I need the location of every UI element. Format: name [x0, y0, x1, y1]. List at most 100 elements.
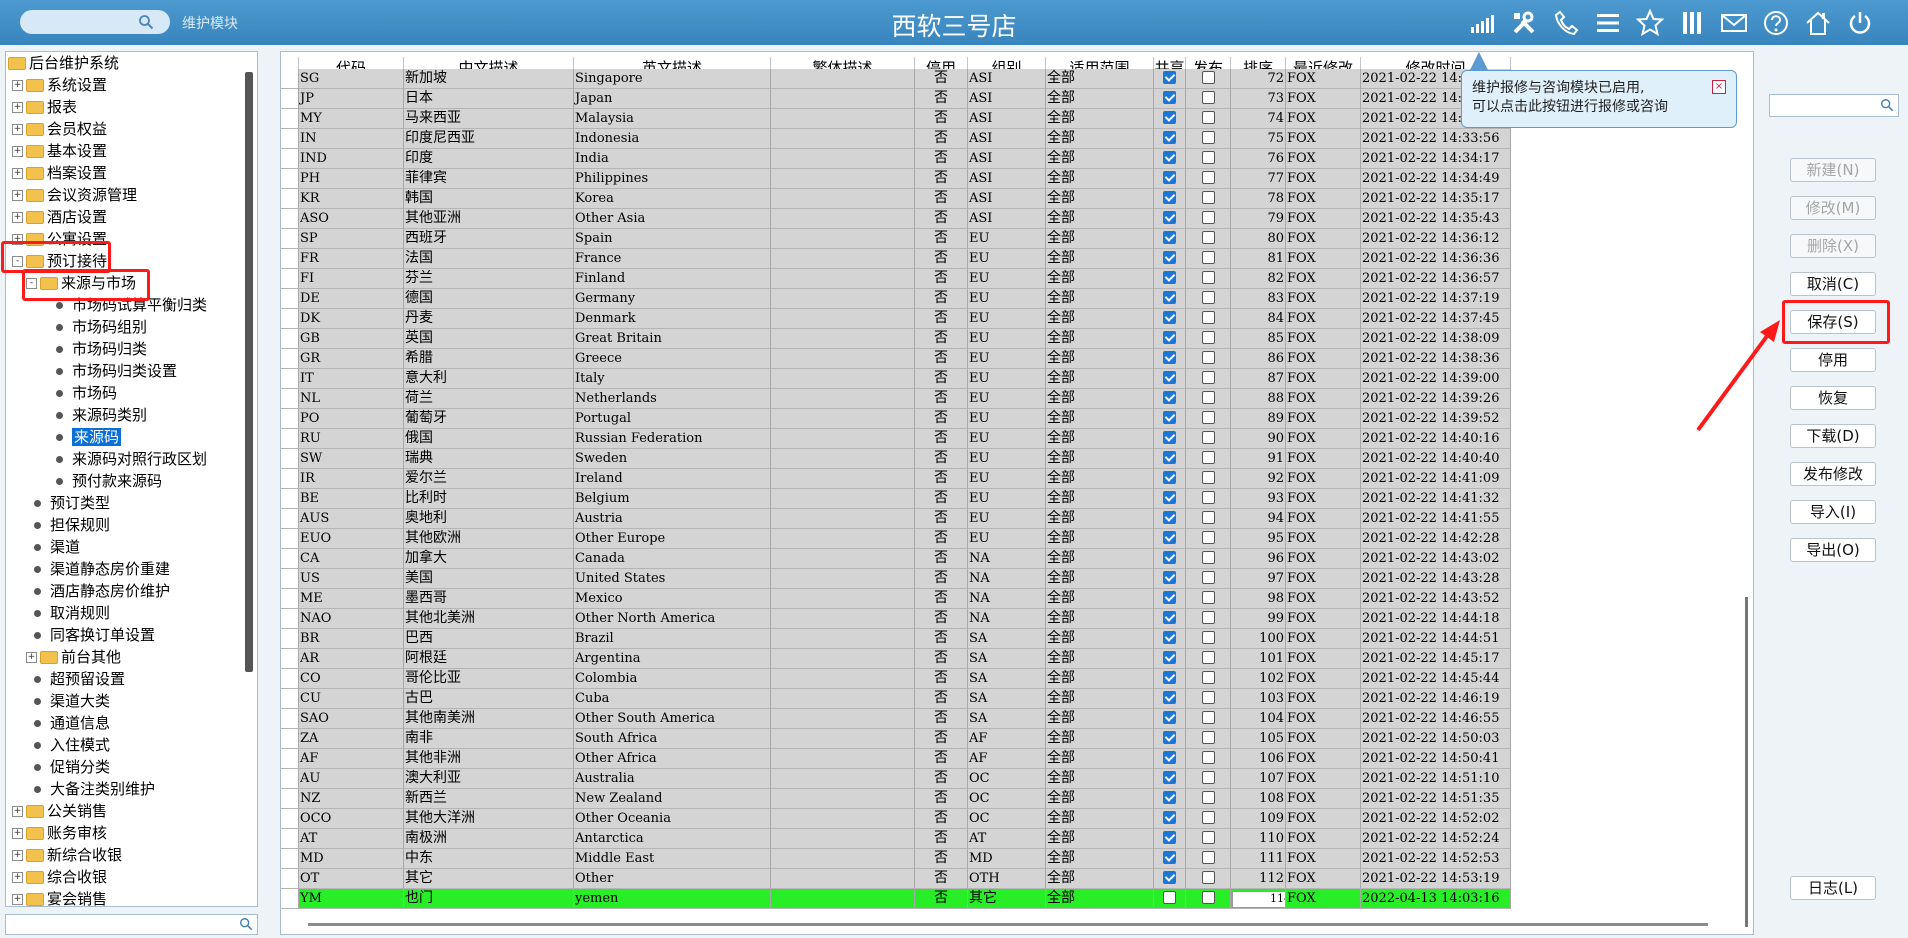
share-cell[interactable]: [1154, 209, 1186, 229]
en-desc-cell[interactable]: Other North America: [574, 609, 771, 629]
group-cell[interactable]: AF: [968, 749, 1046, 769]
group-cell[interactable]: SA: [968, 669, 1046, 689]
row-indicator[interactable]: [281, 489, 299, 509]
share-checkbox[interactable]: [1163, 371, 1176, 384]
share-cell[interactable]: [1154, 729, 1186, 749]
row-indicator[interactable]: [281, 149, 299, 169]
scope-cell[interactable]: 全部: [1046, 109, 1154, 129]
publish-cell[interactable]: [1186, 689, 1231, 709]
modifier-cell[interactable]: FOX: [1286, 429, 1361, 449]
disabled-cell[interactable]: 否: [915, 829, 968, 849]
en-desc-cell[interactable]: France: [574, 249, 771, 269]
tc-desc-cell[interactable]: [771, 369, 915, 389]
modifier-cell[interactable]: FOX: [1286, 369, 1361, 389]
modified-time-cell[interactable]: 2021-02-22 14:52:02: [1361, 809, 1511, 829]
sort-input[interactable]: 114: [1232, 891, 1285, 908]
tools-icon[interactable]: [1508, 7, 1540, 39]
share-cell[interactable]: [1154, 129, 1186, 149]
group-cell[interactable]: EU: [968, 329, 1046, 349]
share-cell[interactable]: [1154, 389, 1186, 409]
code-cell[interactable]: NL: [299, 389, 404, 409]
publish-cell[interactable]: [1186, 449, 1231, 469]
tree-node[interactable]: 渠道大类: [34, 690, 110, 712]
publish-cell[interactable]: [1186, 249, 1231, 269]
scope-cell[interactable]: 全部: [1046, 869, 1154, 889]
modified-time-cell[interactable]: 2021-02-22 14:41:55: [1361, 509, 1511, 529]
row-indicator[interactable]: [281, 769, 299, 789]
table-row[interactable]: IN 印度尼西亚 Indonesia 否 ASI 全部 75 FOX 2021-02-22 14…: [281, 129, 1511, 149]
cn-desc-cell[interactable]: 新西兰: [404, 789, 574, 809]
table-row[interactable]: BE 比利时 Belgium 否 EU 全部 93 FOX 2021-02-22 14:41:3…: [281, 489, 1511, 509]
share-cell[interactable]: [1154, 529, 1186, 549]
tc-desc-cell[interactable]: [771, 109, 915, 129]
en-desc-cell[interactable]: Korea: [574, 189, 771, 209]
action-button[interactable]: 保存(S): [1790, 310, 1876, 334]
publish-cell[interactable]: [1186, 769, 1231, 789]
group-cell[interactable]: ASI: [968, 169, 1046, 189]
modified-time-cell[interactable]: 2021-02-22 14:41:09: [1361, 469, 1511, 489]
publish-checkbox[interactable]: [1201, 891, 1215, 904]
publish-cell[interactable]: [1186, 329, 1231, 349]
publish-cell[interactable]: [1186, 849, 1231, 869]
share-checkbox[interactable]: [1163, 251, 1176, 264]
row-indicator[interactable]: [281, 89, 299, 109]
en-desc-cell[interactable]: New Zealand: [574, 789, 771, 809]
row-indicator[interactable]: [281, 729, 299, 749]
code-cell[interactable]: IND: [299, 149, 404, 169]
cn-desc-cell[interactable]: 英国: [404, 329, 574, 349]
modified-time-cell[interactable]: 2021-02-22 14:40:40: [1361, 449, 1511, 469]
publish-checkbox[interactable]: [1201, 591, 1215, 604]
en-desc-cell[interactable]: Other Asia: [574, 209, 771, 229]
share-checkbox[interactable]: [1163, 211, 1176, 224]
cn-desc-cell[interactable]: 意大利: [404, 369, 574, 389]
expand-icon[interactable]: +: [12, 124, 23, 135]
share-checkbox[interactable]: [1163, 71, 1176, 84]
cn-desc-cell[interactable]: 澳大利亚: [404, 769, 574, 789]
tree-node[interactable]: 渠道: [34, 536, 80, 558]
modifier-cell[interactable]: FOX: [1286, 469, 1361, 489]
code-cell[interactable]: CU: [299, 689, 404, 709]
modifier-cell[interactable]: FOX: [1286, 889, 1361, 909]
cn-desc-cell[interactable]: 葡萄牙: [404, 409, 574, 429]
disabled-cell[interactable]: 否: [915, 369, 968, 389]
scope-cell[interactable]: 全部: [1046, 69, 1154, 89]
disabled-cell[interactable]: 否: [915, 889, 968, 909]
disabled-cell[interactable]: 否: [915, 509, 968, 529]
publish-cell[interactable]: [1186, 549, 1231, 569]
publish-checkbox[interactable]: [1201, 731, 1215, 744]
table-row[interactable]: JP 日本 Japan 否 ASI 全部 73 FOX 2021-02-22 14:33:05: [281, 89, 1511, 109]
publish-cell[interactable]: [1186, 229, 1231, 249]
code-cell[interactable]: NAO: [299, 609, 404, 629]
group-cell[interactable]: NA: [968, 589, 1046, 609]
publish-cell[interactable]: [1186, 869, 1231, 889]
code-cell[interactable]: IT: [299, 369, 404, 389]
group-cell[interactable]: SA: [968, 709, 1046, 729]
grid-horizontal-scrollbar[interactable]: [308, 923, 1708, 926]
group-cell[interactable]: EU: [968, 509, 1046, 529]
sort-cell[interactable]: 86: [1231, 349, 1286, 369]
cn-desc-cell[interactable]: 其他非洲: [404, 749, 574, 769]
action-button[interactable]: 日志(L): [1790, 876, 1876, 900]
tree-node[interactable]: + 综合收银: [12, 866, 107, 888]
publish-cell[interactable]: [1186, 669, 1231, 689]
publish-cell[interactable]: [1186, 529, 1231, 549]
scope-cell[interactable]: 全部: [1046, 129, 1154, 149]
share-checkbox[interactable]: [1163, 751, 1176, 764]
row-indicator[interactable]: [281, 529, 299, 549]
en-desc-cell[interactable]: Belgium: [574, 489, 771, 509]
code-cell[interactable]: CA: [299, 549, 404, 569]
tc-desc-cell[interactable]: [771, 229, 915, 249]
tc-desc-cell[interactable]: [771, 809, 915, 829]
publish-cell[interactable]: [1186, 629, 1231, 649]
share-cell[interactable]: [1154, 889, 1186, 909]
disabled-cell[interactable]: 否: [915, 789, 968, 809]
share-checkbox[interactable]: [1163, 631, 1176, 644]
share-cell[interactable]: [1154, 589, 1186, 609]
code-cell[interactable]: IR: [299, 469, 404, 489]
scope-cell[interactable]: 全部: [1046, 509, 1154, 529]
row-indicator[interactable]: [281, 829, 299, 849]
cn-desc-cell[interactable]: 加拿大: [404, 549, 574, 569]
code-cell[interactable]: ASO: [299, 209, 404, 229]
code-cell[interactable]: ME: [299, 589, 404, 609]
tree-node[interactable]: 市场码组别: [56, 316, 147, 338]
